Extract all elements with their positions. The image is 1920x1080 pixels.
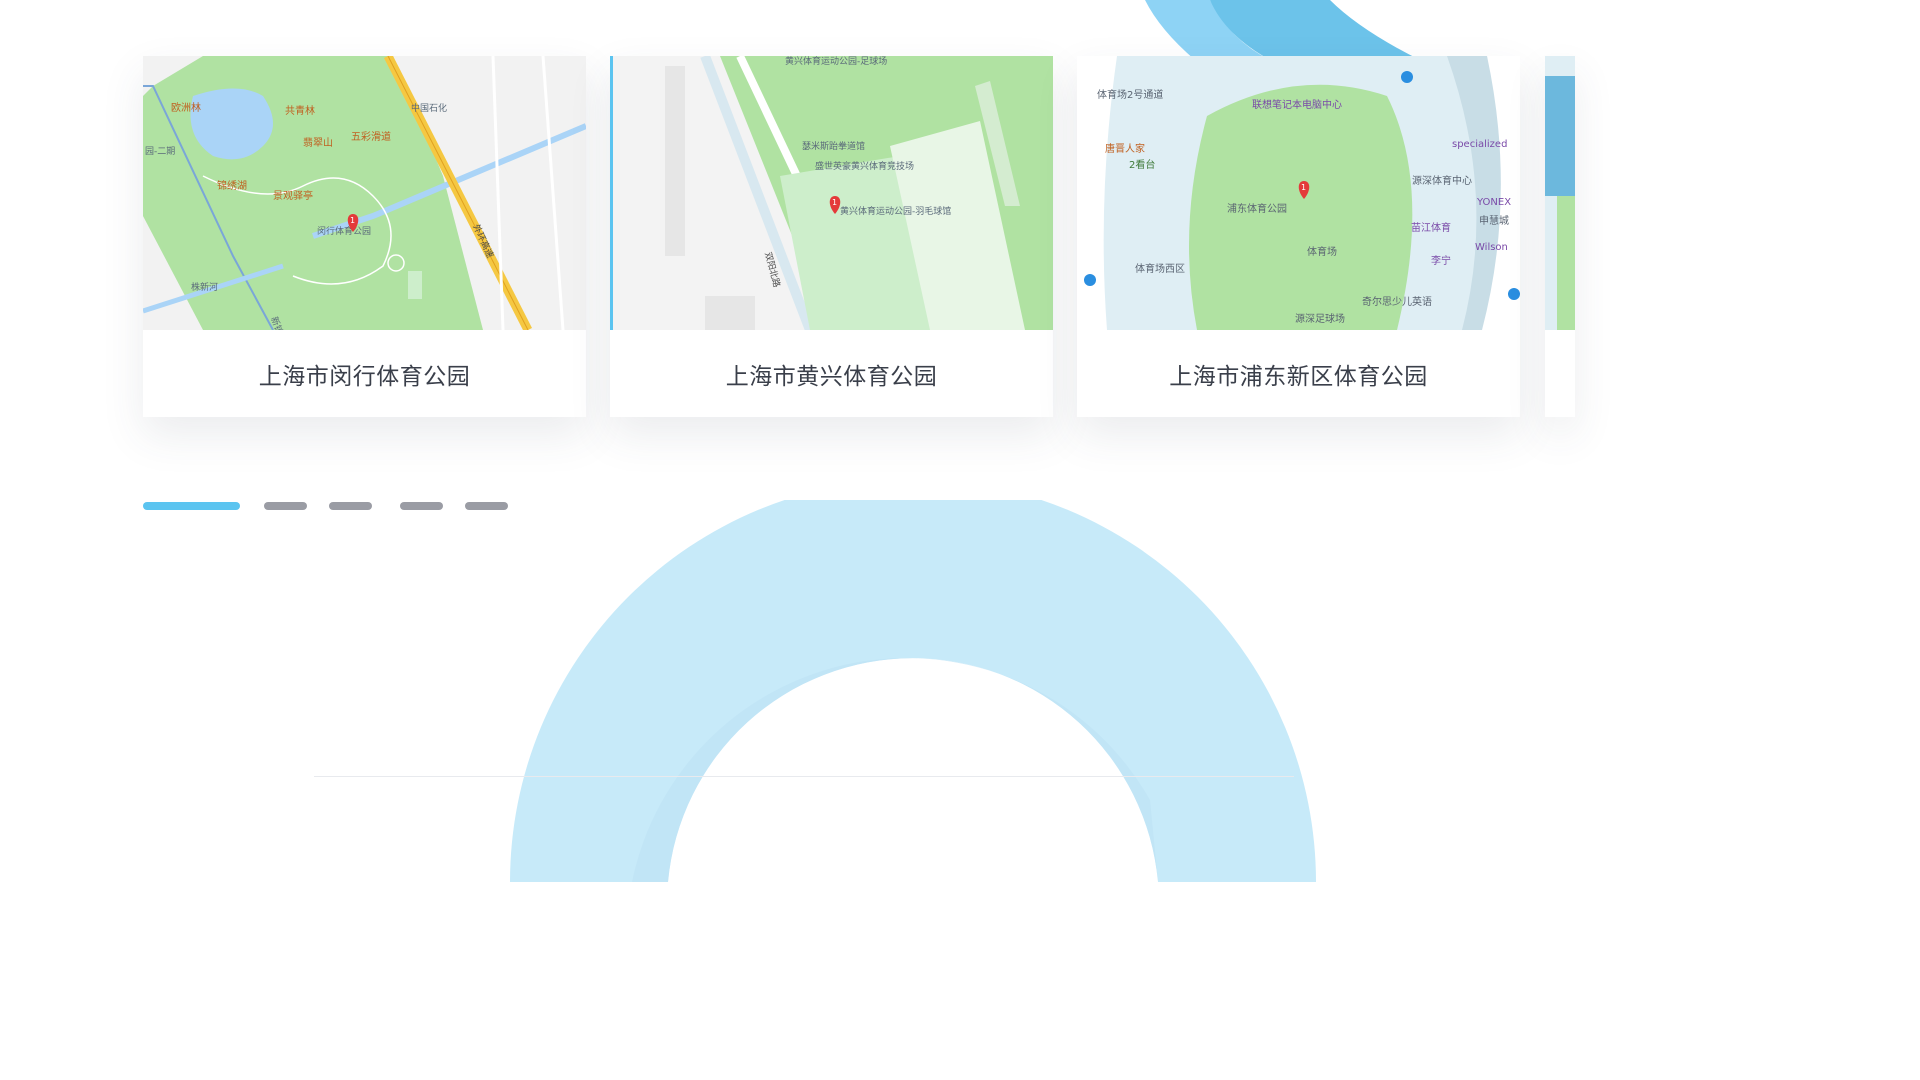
- pager-dot-1[interactable]: [143, 502, 240, 510]
- map-label: 源深体育中心: [1412, 174, 1472, 187]
- venue-card-peek[interactable]: [1545, 56, 1575, 417]
- pager-dot-5[interactable]: [465, 502, 508, 510]
- map-label: 闵行体育公园: [317, 225, 371, 237]
- map-thumbnail: 体育场2号通道 联想笔记本电脑中心 specialized 唐晋人家 2看台 源…: [1077, 56, 1520, 330]
- map-thumbnail: 黄兴体育运动公园-足球场 瑟米斯跆拳道馆 盛世英豪黄兴体育竞技场 黄兴体育运动公…: [610, 56, 1053, 330]
- venue-title: 上海市闵行体育公园: [258, 363, 471, 390]
- venue-carousel[interactable]: 欧洲林 共青林 五彩滑道 翡翠山 锦绣湖 景观驿亭 闵行体育公园 中国石化 园-…: [143, 56, 1575, 418]
- venue-title: 上海市浦东新区体育公园: [1169, 363, 1428, 390]
- map-label: 五彩滑道: [351, 130, 391, 143]
- map-thumbnail: 欧洲林 共青林 五彩滑道 翡翠山 锦绣湖 景观驿亭 闵行体育公园 中国石化 园-…: [143, 56, 586, 330]
- map-label: 欧洲林: [171, 101, 201, 114]
- map-label: 申慧城: [1479, 214, 1509, 227]
- map-label: 瑟米斯跆拳道馆: [802, 140, 865, 152]
- map-label: specialized: [1452, 139, 1507, 150]
- carousel-track: 欧洲林 共青林 五彩滑道 翡翠山 锦绣湖 景观驿亭 闵行体育公园 中国石化 园-…: [143, 56, 1575, 418]
- map-label: 体育场西区: [1135, 262, 1185, 275]
- svg-text:1: 1: [832, 198, 837, 207]
- map-label: 2看台: [1129, 158, 1155, 171]
- map-label: 中国石化: [411, 102, 447, 114]
- venue-card-huangxing[interactable]: 黄兴体育运动公园-足球场 瑟米斯跆拳道馆 盛世英豪黄兴体育竞技场 黄兴体育运动公…: [610, 56, 1053, 417]
- map-label: 景观驿亭: [273, 189, 313, 202]
- pager-dot-4[interactable]: [400, 502, 443, 510]
- map-label: 黄兴体育运动公园-羽毛球馆: [840, 205, 951, 217]
- venue-title: 上海市黄兴体育公园: [725, 363, 938, 390]
- pager-dot-3[interactable]: [329, 502, 372, 510]
- venue-card-pudong[interactable]: 体育场2号通道 联想笔记本电脑中心 specialized 唐晋人家 2看台 源…: [1077, 56, 1520, 417]
- map-label: 浦东体育公园: [1227, 202, 1287, 215]
- map-label: 联想笔记本电脑中心: [1252, 98, 1342, 111]
- map-label: 体育场2号通道: [1097, 88, 1163, 101]
- venue-card-minhang[interactable]: 欧洲林 共青林 五彩滑道 翡翠山 锦绣湖 景观驿亭 闵行体育公园 中国石化 园-…: [143, 56, 586, 417]
- map-label: 株新河: [191, 281, 218, 293]
- map-label: 源深足球场: [1295, 312, 1345, 325]
- map-label: 苗江体育: [1411, 221, 1451, 234]
- map-label: YONEX: [1476, 197, 1511, 208]
- map-label: 锦绣湖: [217, 179, 247, 192]
- map-label: 黄兴体育运动公园-足球场: [785, 56, 887, 67]
- map-label: Wilson: [1475, 242, 1508, 253]
- map-label: 奇尔思少儿英语: [1362, 295, 1432, 308]
- decorative-top-shape: [0, 0, 1568, 60]
- map-label: 李宁: [1431, 254, 1451, 267]
- svg-text:1: 1: [1301, 183, 1306, 192]
- map-label: 园-二期: [145, 146, 175, 157]
- map-label: 盛世英豪黄兴体育竞技场: [815, 160, 914, 172]
- pager-dot-2[interactable]: [264, 502, 307, 510]
- map-label: 共青林: [285, 104, 315, 117]
- svg-text:1: 1: [350, 216, 355, 225]
- map-label: 唐晋人家: [1105, 142, 1145, 155]
- map-label: 翡翠山: [303, 136, 333, 149]
- decorative-arch-shape: [0, 500, 1568, 882]
- map-label: 体育场: [1307, 245, 1337, 258]
- divider-line: [314, 776, 1294, 777]
